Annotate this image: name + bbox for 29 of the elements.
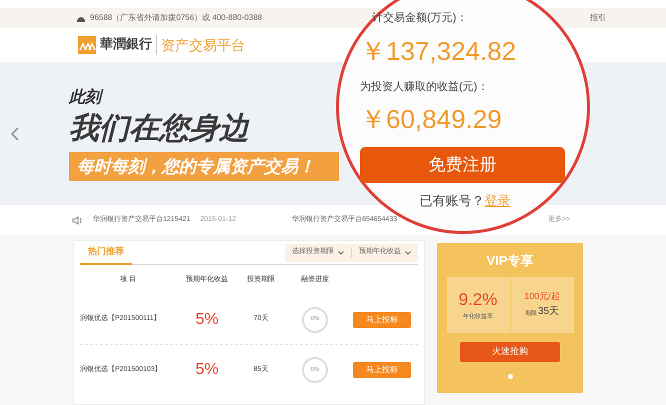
invest-button[interactable]: 马上投标 [353, 362, 411, 378]
banner-title: 我们在您身边 [69, 110, 249, 147]
bank-name: 華潤銀行 [100, 35, 157, 55]
platform-name: 资产交易平台 [161, 36, 245, 54]
vip-minimum: 100元/起 [524, 290, 560, 304]
speaker-icon [72, 216, 83, 224]
guide-link[interactable]: 指引 [590, 12, 606, 24]
vip-rate: 9.2% [458, 289, 498, 312]
hot-tab[interactable]: 热门推荐 [80, 240, 132, 264]
banner-subtitle: 此刻 [69, 86, 101, 110]
annual-rate: 5% [194, 360, 220, 380]
chevron-down-icon [405, 250, 411, 254]
vip-term: 35天 [538, 304, 560, 319]
login-link[interactable]: 登录 [484, 191, 510, 210]
vip-title: VIP专享 [486, 252, 534, 270]
hotline-text: 96588（广东省外请加拨0756）或 400-880-0388 [90, 12, 262, 24]
buy-button[interactable]: 火速抢购 [460, 342, 560, 362]
total-amount: ￥137,324.82 [360, 34, 516, 68]
chevron-left-icon[interactable] [11, 126, 19, 140]
banner-slogan: 每时每刻，您的专属资产交易！ [69, 152, 339, 182]
chevron-down-icon [338, 250, 344, 254]
earnings-label: 为投资人赚取的收益(元)： [360, 80, 488, 94]
earnings-amount: ￥60,849.29 [360, 103, 502, 136]
invest-button[interactable]: 马上投标 [353, 312, 411, 328]
annual-rate: 5% [194, 310, 220, 330]
logo-icon [78, 36, 96, 54]
login-prompt: 已有账号？ [420, 192, 484, 210]
phone-icon [76, 14, 86, 22]
register-button[interactable]: 免费注册 [360, 147, 565, 183]
